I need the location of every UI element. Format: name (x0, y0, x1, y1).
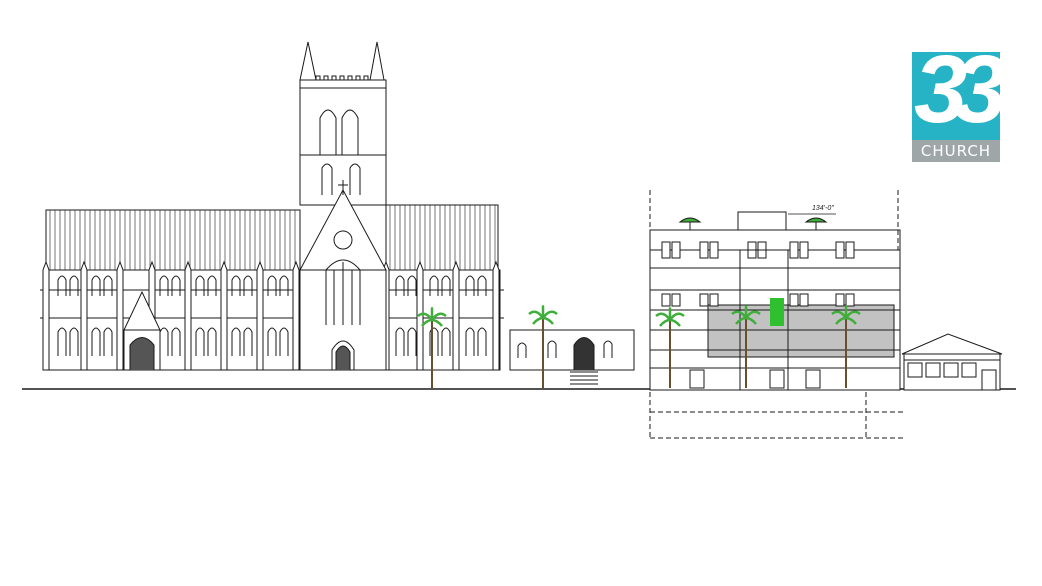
logo-number: 33 (914, 52, 1000, 140)
window (689, 369, 705, 389)
window (789, 241, 799, 259)
window (709, 241, 719, 259)
window (799, 293, 809, 307)
window (799, 241, 809, 259)
window (661, 241, 671, 259)
window (671, 241, 681, 259)
buttress (116, 260, 124, 371)
window (671, 293, 681, 307)
apartment-building (649, 190, 906, 439)
steps (570, 371, 598, 385)
window (805, 369, 821, 389)
side-house (901, 333, 1003, 391)
window (699, 293, 709, 307)
church-logo: 33 CHURCH (912, 52, 1000, 164)
cathedral-roof-right (385, 204, 499, 271)
window (699, 241, 709, 259)
buttress (80, 260, 88, 371)
elevation-drawing (22, 41, 1016, 439)
window (661, 293, 671, 307)
window (769, 369, 785, 389)
logo-mark: 33 (912, 52, 1000, 140)
buttress (42, 260, 50, 371)
buttress (292, 260, 300, 371)
window (789, 293, 799, 307)
window (709, 293, 719, 307)
dimension-label: 134'-0" (812, 205, 834, 212)
green-accent (770, 298, 784, 326)
buttress (492, 260, 500, 371)
window (835, 293, 845, 307)
chapel (509, 329, 635, 385)
window (835, 241, 845, 259)
window (845, 293, 855, 307)
logo-word: CHURCH (912, 140, 1000, 162)
battlements (315, 75, 369, 81)
buttress (256, 260, 264, 371)
buttress (184, 260, 192, 371)
buttress (220, 260, 228, 371)
buttress (452, 260, 460, 371)
window (845, 241, 855, 259)
